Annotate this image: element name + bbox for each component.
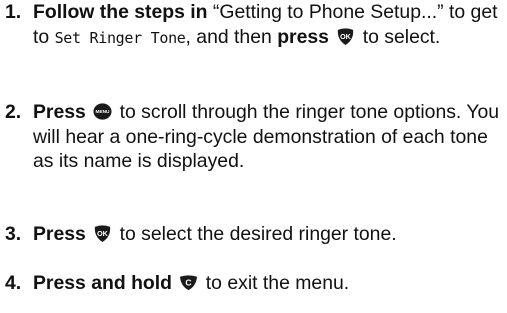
step-action: Press and hold [33,272,173,294]
step-3: 3. Press OK to select the desired ringer… [0,222,505,247]
step-number: 2. [5,101,22,123]
step-quote: “Getting to Phone Setup...” [212,1,444,23]
step-1: 1. Follow the steps in “Getting to Phone… [0,0,505,50]
c-key-icon: C [179,273,198,292]
step-number: 3. [5,223,22,245]
step-action: press [277,25,329,48]
step-action: Press [33,223,86,245]
step-text: Follow the steps in “Getting to Phone Se… [33,0,503,50]
step-number: 4. [5,272,22,294]
step-lead: Follow the steps in [33,1,208,23]
step-action: Press [33,101,86,123]
menu-key-label: MENU [96,109,111,115]
instruction-page: 1. Follow the steps in “Getting to Phone… [0,0,507,313]
step-connector-2: , and then [185,25,272,48]
step-text: Press and hold C to exit the menu. [33,271,503,296]
step-2: 2. Press MENU to scroll through the ring… [0,100,505,174]
ok-key-label: OK [340,32,352,40]
step-tail: to exit the menu. [205,272,350,294]
step-text: Press OK to select the desired ringer to… [33,222,503,247]
step-tail: to select. [362,25,441,48]
step-number: 1. [5,1,22,23]
step-4: 4. Press and hold C to exit the menu. [0,271,505,296]
ok-key-label: OK [97,230,109,238]
step-tail: to select the desired ringer tone. [119,223,397,245]
ok-key-icon: OK [336,27,355,46]
ok-key-icon: OK [93,224,112,243]
c-key-label: C [186,277,192,287]
display-text: Set Ringer Tone [54,28,186,47]
menu-key-icon: MENU [93,102,112,121]
step-text: Press MENU to scroll through the ringer … [33,100,503,174]
